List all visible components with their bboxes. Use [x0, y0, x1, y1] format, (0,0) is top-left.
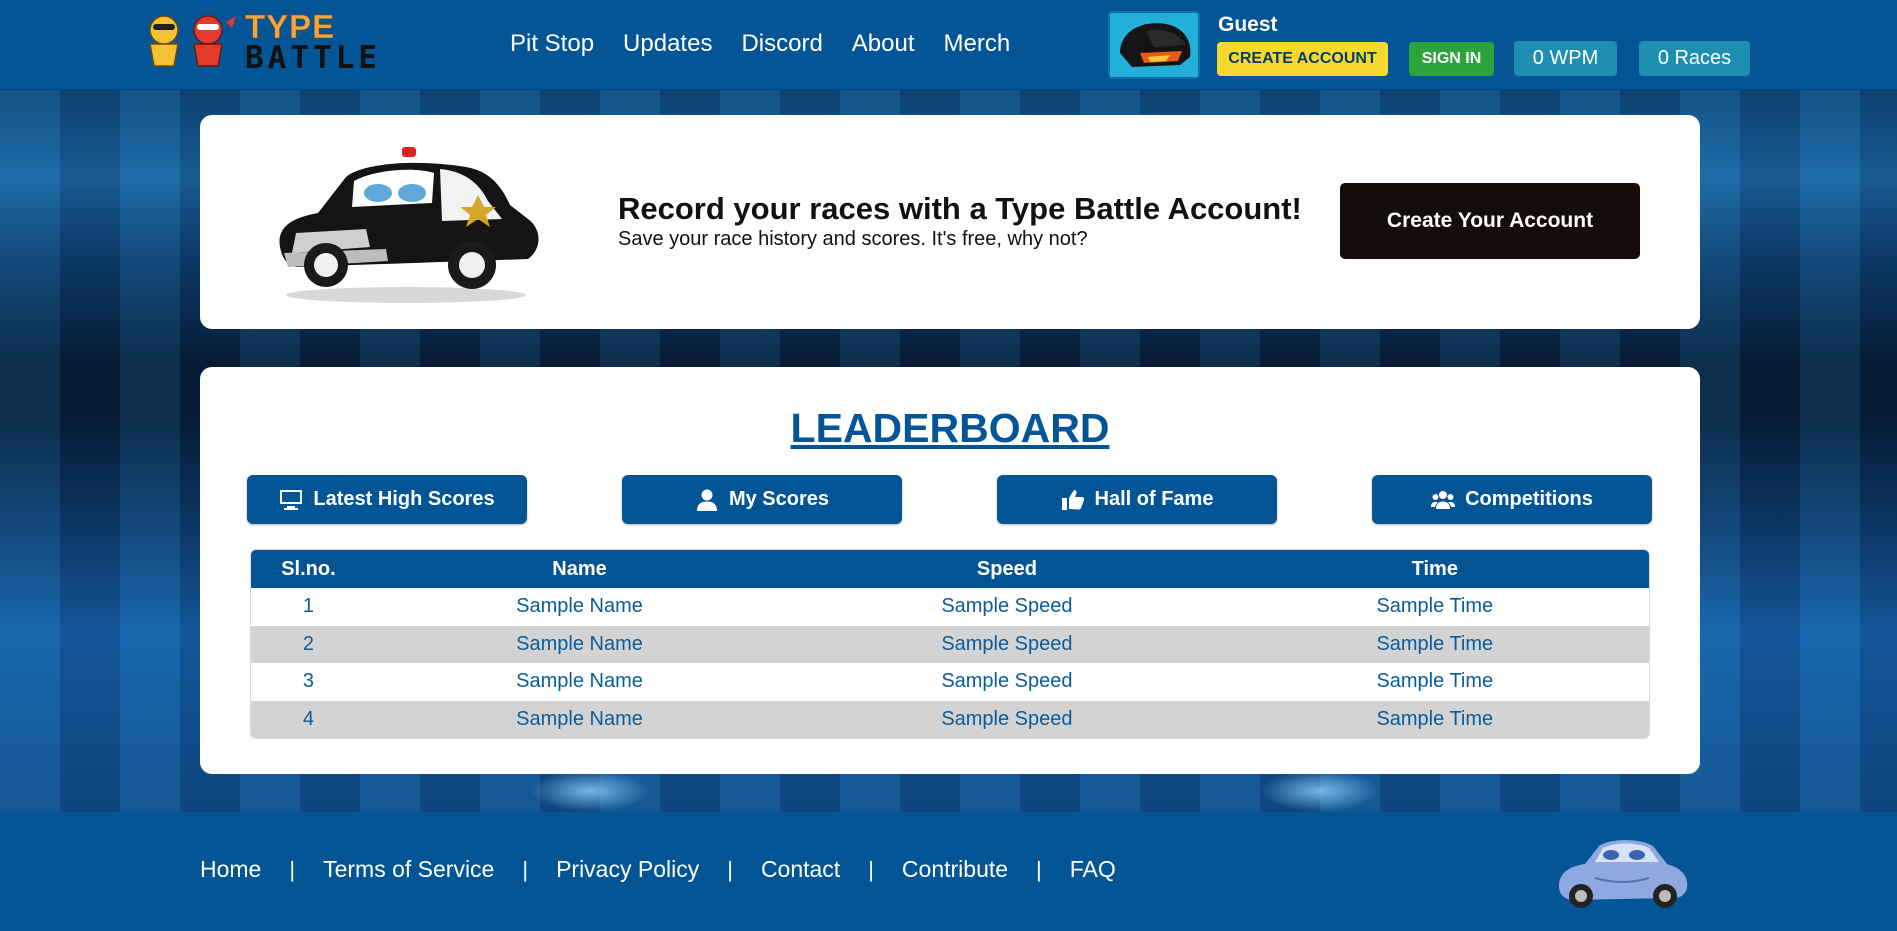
footer-separator: |	[289, 856, 296, 882]
tab-latest-high-scores[interactable]: Latest High Scores	[247, 475, 527, 524]
main-nav: Pit Stop Updates Discord About Merch	[510, 30, 1010, 58]
footer-separator: |	[868, 856, 874, 882]
footer-link-contact[interactable]: Contact	[761, 856, 840, 883]
tab-my-scores[interactable]: My Scores	[622, 475, 902, 524]
mascots-icon	[149, 15, 236, 67]
tab-hall-of-fame[interactable]: Hall of Fame	[997, 475, 1277, 524]
footer-separator: |	[727, 856, 733, 882]
tab-label: Competitions	[1465, 488, 1593, 510]
background-light-right	[1260, 770, 1380, 812]
users-icon	[1431, 490, 1456, 509]
footer-links: Home | Terms of Service | Privacy Policy…	[200, 856, 1116, 883]
nav-discord[interactable]: Discord	[741, 30, 822, 58]
tab-competitions[interactable]: Competitions	[1372, 475, 1652, 524]
sheriff-car-image	[279, 147, 539, 303]
cell-slno: 1	[302, 595, 314, 618]
create-account-button[interactable]: CREATE ACCOUNT	[1217, 42, 1388, 76]
table-row: 2 Sample Name Sample Speed Sample Time	[251, 625, 1649, 663]
footer-separator: |	[1036, 856, 1042, 882]
races-badge: 0 Races	[1639, 41, 1750, 76]
cell-slno: 3	[302, 670, 314, 693]
top-header: TYPE BATTLE Pit Stop Updates Discord Abo…	[0, 0, 1897, 90]
cell-slno: 2	[302, 632, 314, 655]
cell-time: Sample Time	[1376, 595, 1494, 618]
cell-speed: Sample Speed	[941, 632, 1073, 655]
nav-pit-stop[interactable]: Pit Stop	[510, 30, 594, 58]
promo-subtitle: Save your race history and scores. It's …	[618, 228, 1088, 250]
table-row: 1 Sample Name Sample Speed Sample Time	[251, 588, 1649, 626]
account-promo-card: Record your races with a Type Battle Acc…	[200, 115, 1700, 329]
cell-speed: Sample Speed	[941, 595, 1073, 618]
tab-label: Hall of Fame	[1094, 488, 1214, 510]
tab-label: Latest High Scores	[313, 488, 495, 510]
footer-link-contribute[interactable]: Contribute	[902, 856, 1008, 883]
leaderboard-table: Sl.no. Name Speed Time 1 Sample Name Sam…	[250, 549, 1650, 739]
leaderboard-card: LEADERBOARD Latest High Scores My Scores…	[200, 367, 1700, 774]
cell-name: Sample Name	[516, 707, 643, 730]
nav-merch[interactable]: Merch	[944, 30, 1011, 58]
table-header: Sl.no. Name Speed Time	[251, 550, 1649, 588]
tab-label: My Scores	[728, 488, 830, 510]
leaderboard-title: LEADERBOARD	[790, 405, 1110, 451]
cell-name: Sample Name	[516, 595, 643, 618]
logo-line-type: TYPE	[245, 8, 336, 45]
create-your-account-button[interactable]: Create Your Account	[1340, 183, 1640, 259]
logo-line-battle: BATTLE	[245, 40, 381, 76]
cell-name: Sample Name	[516, 670, 643, 693]
site-footer: Home | Terms of Service | Privacy Policy…	[0, 812, 1897, 931]
footer-separator: |	[522, 856, 529, 882]
cell-time: Sample Time	[1376, 632, 1494, 655]
nav-updates[interactable]: Updates	[623, 30, 712, 58]
site-logo[interactable]: TYPE BATTLE	[138, 10, 381, 74]
thumbs-up-icon	[1061, 489, 1084, 510]
footer-link-faq[interactable]: FAQ	[1070, 856, 1116, 883]
footer-link-privacy[interactable]: Privacy Policy	[556, 856, 699, 883]
sign-in-button[interactable]: SIGN IN	[1409, 42, 1494, 76]
cell-speed: Sample Speed	[941, 670, 1073, 693]
column-header-speed[interactable]: Speed	[793, 550, 1220, 588]
helmet-icon	[1120, 23, 1191, 67]
cell-speed: Sample Speed	[941, 707, 1073, 730]
wpm-badge: 0 WPM	[1514, 41, 1617, 76]
cell-slno: 4	[302, 707, 314, 730]
column-header-name[interactable]: Name	[366, 550, 793, 588]
user-icon	[696, 489, 717, 511]
footer-link-home[interactable]: Home	[200, 856, 261, 883]
monitor-icon	[280, 489, 303, 510]
nav-about[interactable]: About	[852, 30, 915, 58]
table-row: 4 Sample Name Sample Speed Sample Time	[251, 700, 1649, 738]
cell-time: Sample Time	[1376, 707, 1494, 730]
column-header-slno[interactable]: Sl.no.	[251, 550, 366, 588]
cell-time: Sample Time	[1376, 670, 1494, 693]
table-row: 3 Sample Name Sample Speed Sample Time	[251, 663, 1649, 701]
background-light-left	[530, 770, 650, 812]
column-header-time[interactable]: Time	[1221, 550, 1649, 588]
username-label: Guest	[1218, 13, 1278, 36]
cell-name: Sample Name	[516, 632, 643, 655]
promo-title: Record your races with a Type Battle Acc…	[618, 191, 1302, 226]
logo-text: TYPE BATTLE	[245, 10, 381, 74]
blue-car-image	[1559, 840, 1688, 908]
footer-link-terms[interactable]: Terms of Service	[323, 856, 494, 883]
avatar[interactable]	[1108, 11, 1200, 79]
